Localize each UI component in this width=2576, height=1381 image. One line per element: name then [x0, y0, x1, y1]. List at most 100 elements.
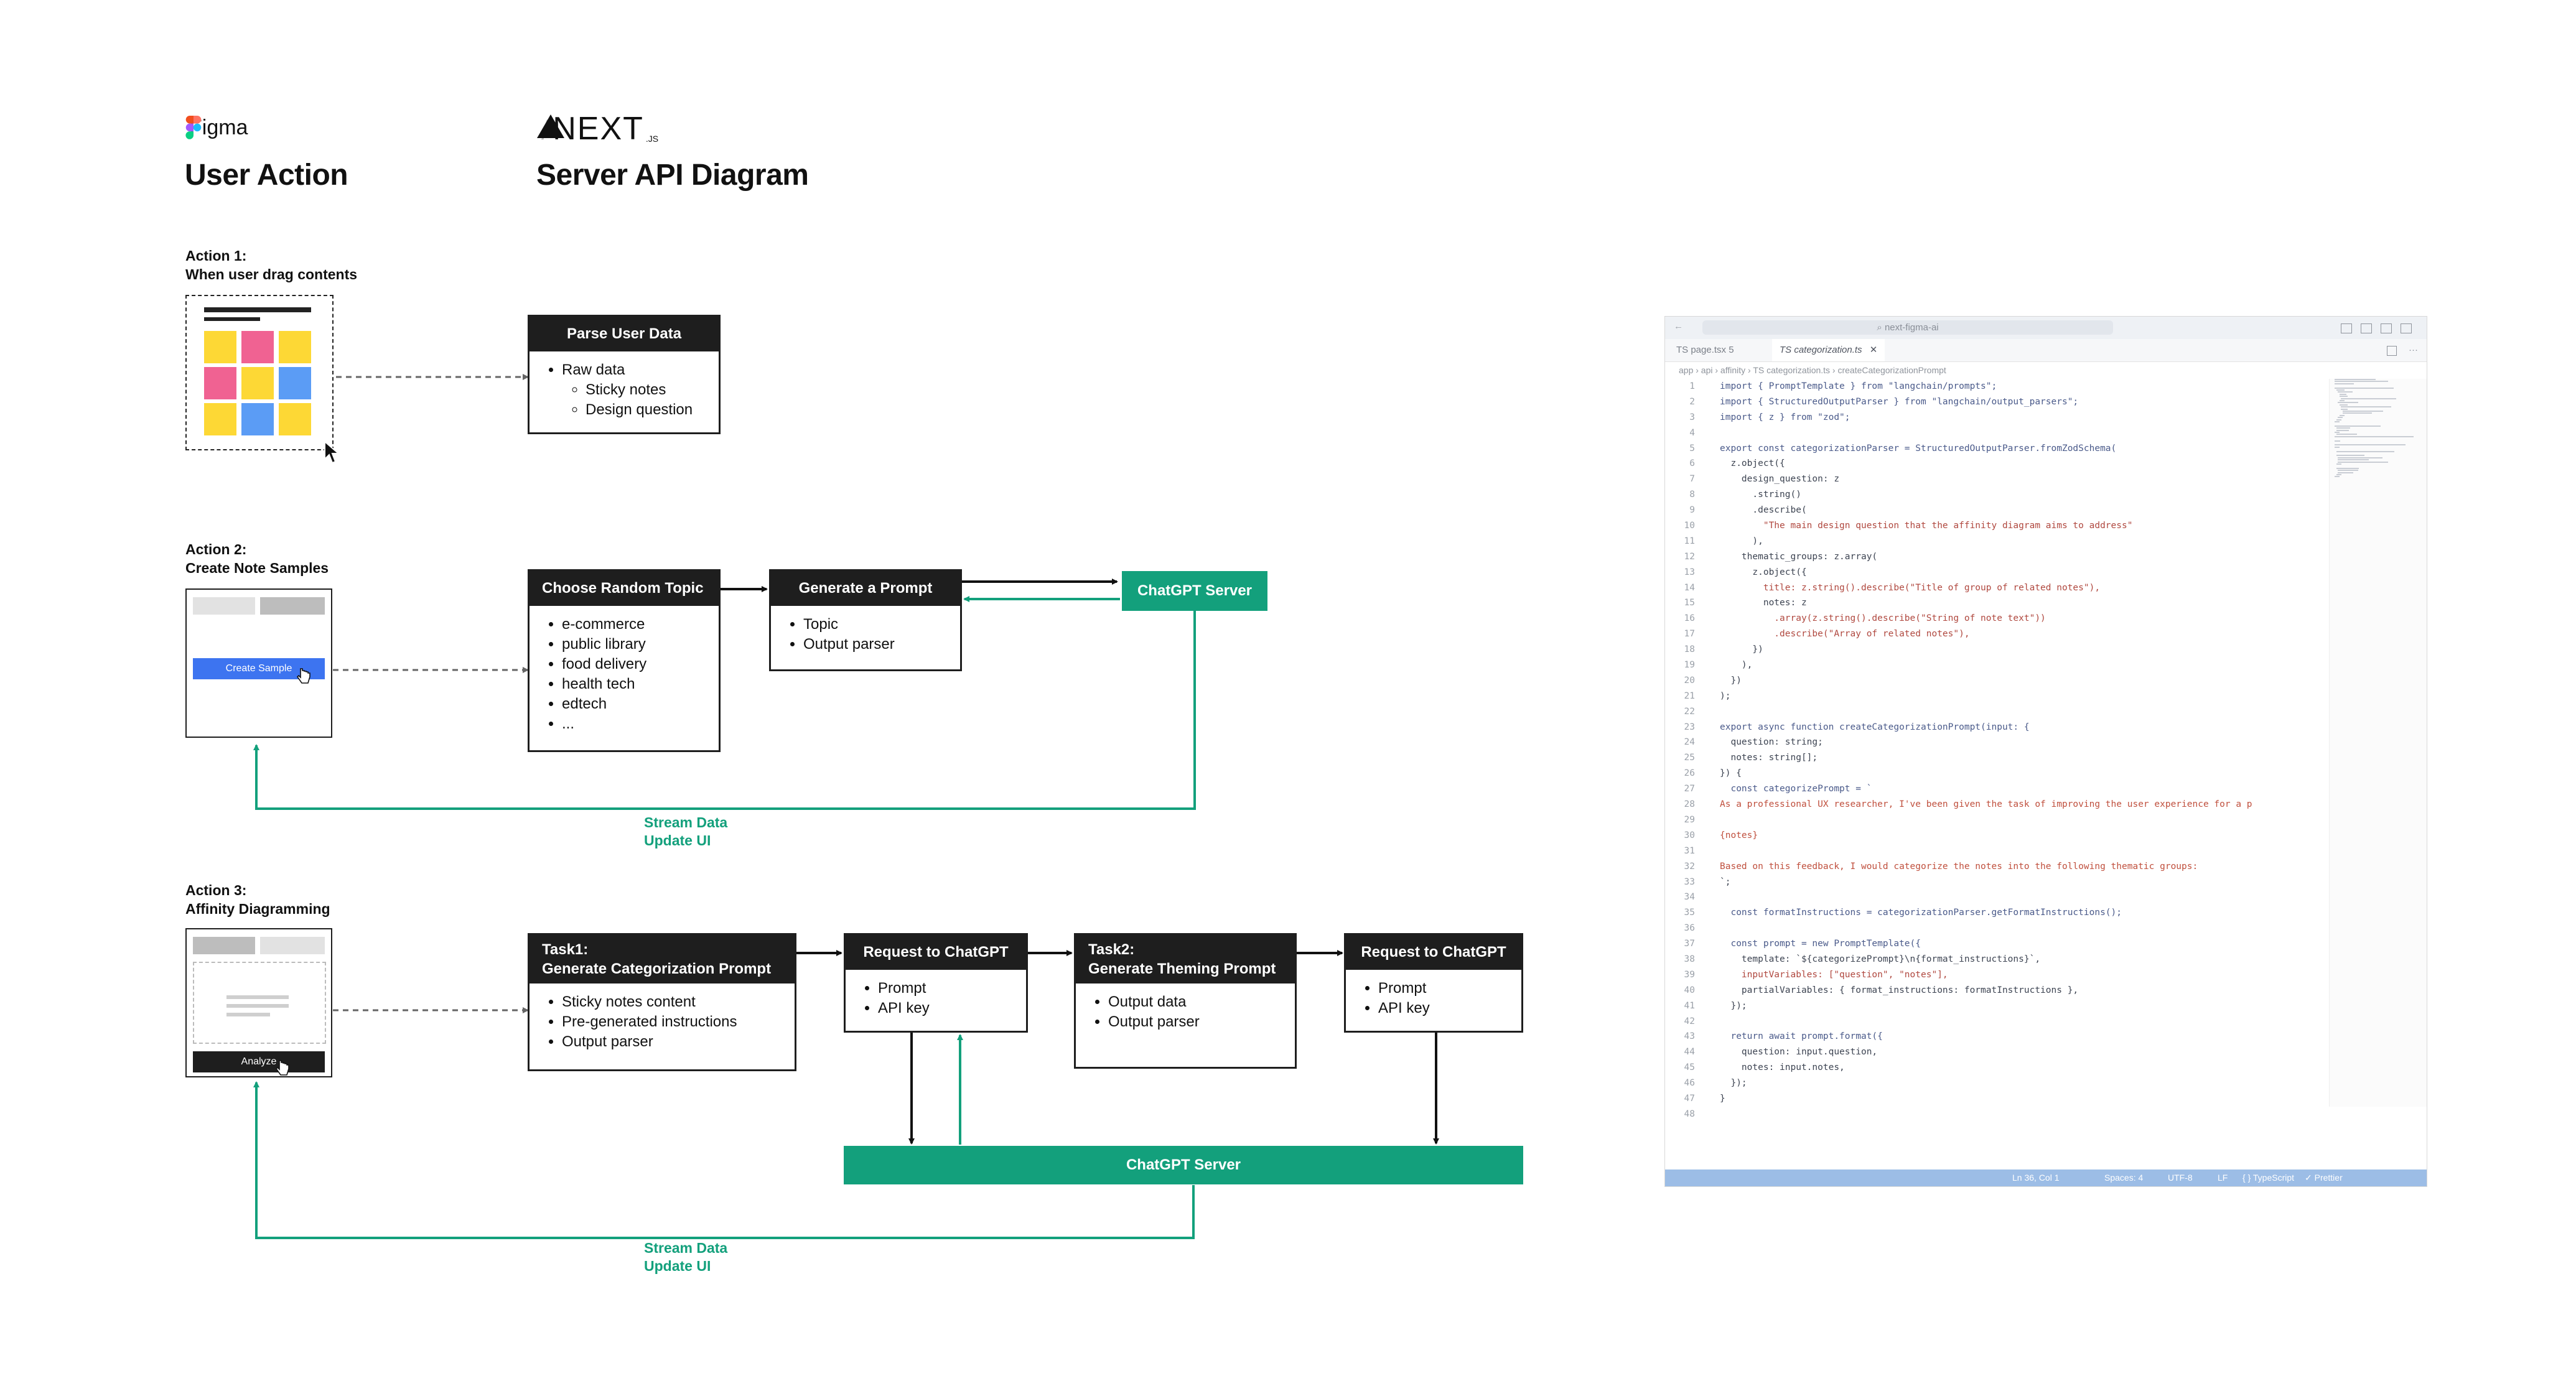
mock-line [226, 1013, 270, 1016]
minimap-line [2336, 389, 2345, 391]
mock-title-bar [204, 307, 311, 312]
code-line: 13 z.object({ [1665, 565, 2331, 580]
task2-list: Output data Output parser [1076, 983, 1295, 1032]
line-number: 44 [1684, 1047, 1695, 1058]
sticky-notes-mockup[interactable] [185, 295, 334, 450]
code-line: 18 }) [1665, 642, 2331, 658]
code-line: 36 [1665, 921, 2331, 936]
minimap-line [2339, 393, 2347, 395]
more-actions-icon[interactable]: ··· [2409, 339, 2418, 361]
list-item: Prompt [1378, 979, 1521, 998]
status-item[interactable]: LF [2218, 1169, 2228, 1186]
analyze-button[interactable]: Analyze [193, 1051, 325, 1072]
line-number: 19 [1684, 660, 1695, 671]
code-text: notes: input.notes, [1720, 1062, 1845, 1073]
editor-minimap[interactable] [2329, 379, 2427, 1107]
minimap-line [2336, 463, 2341, 465]
line-number: 5 [1689, 443, 1695, 453]
diagram-canvas: Figma User Action / NEXT .JS Server API … [0, 0, 2576, 1381]
line-number: 45 [1684, 1062, 1695, 1073]
code-text: }) { [1720, 768, 1742, 779]
list-item: ... [562, 714, 719, 734]
status-item[interactable]: ✓ Prettier [2305, 1169, 2343, 1186]
task2-title-line1: Task2: [1088, 941, 1135, 958]
minimap-line [2339, 400, 2345, 401]
task1-list: Sticky notes content Pre-generated instr… [530, 983, 795, 1052]
status-item[interactable]: Ln 36, Col 1 [2012, 1169, 2060, 1186]
code-text: As a professional UX researcher, I've be… [1720, 799, 2252, 810]
close-tab-icon[interactable]: ✕ [1870, 345, 1878, 355]
line-number: 29 [1684, 814, 1695, 825]
code-text: ), [1720, 660, 1753, 671]
line-number: 46 [1684, 1078, 1695, 1089]
code-line: 19 ), [1665, 658, 2331, 673]
toggle-sidebar-icon[interactable] [2341, 323, 2352, 333]
sticky-note [279, 403, 311, 435]
code-text: "The main design question that the affin… [1720, 521, 2133, 531]
minimap-line [2335, 383, 2354, 384]
code-text: z.object({ [1720, 567, 1807, 577]
action1-title-line2: When user drag contents [185, 266, 358, 282]
line-number: 31 [1684, 845, 1695, 856]
code-line: 4 [1665, 425, 2331, 441]
editor-command-search[interactable]: ⌕ next-figma-ai [1702, 320, 2113, 335]
minimap-line [2338, 417, 2343, 419]
code-text: .describe("Array of related notes"), [1720, 629, 1970, 639]
editor-breadcrumb[interactable]: app › api › affinity › TS categorization… [1679, 365, 1946, 375]
code-line: 22 [1665, 704, 2331, 720]
minimap-line [2336, 474, 2341, 475]
mock-subtitle-bar [204, 317, 260, 321]
code-line: 30 {notes} [1665, 828, 2331, 844]
code-line: 21); [1665, 689, 2331, 704]
code-text: title: z.string().describe("Title of gro… [1720, 582, 2101, 593]
minimap-line [2343, 412, 2372, 414]
status-item[interactable]: { } TypeScript [2242, 1169, 2294, 1186]
minimap-line [2338, 391, 2353, 393]
code-line: 39 inputVariables: ["question", "notes"]… [1665, 967, 2331, 983]
request2-list: Prompt API key [1346, 970, 1521, 1018]
figma-logo-icon [185, 116, 202, 139]
split-editor-icon[interactable] [2387, 346, 2397, 356]
line-number: 7 [1689, 474, 1695, 485]
action2-title: Action 2: Create Note Samples [185, 540, 329, 577]
code-text: return await prompt.format({ [1720, 1031, 1883, 1042]
minimap-line [2338, 461, 2388, 463]
code-text: ); [1720, 690, 1731, 701]
code-line: 10 "The main design question that the af… [1665, 518, 2331, 534]
code-text: z.object({ [1720, 458, 1785, 469]
minimap-line [2341, 398, 2396, 399]
action3-title: Action 3: Affinity Diagramming [185, 881, 330, 918]
task2-title-line2: Generate Theming Prompt [1088, 960, 1276, 977]
code-area[interactable]: 1 import { PromptTemplate } from "langcha… [1665, 379, 2331, 1122]
code-text: export const categorizationParser = Stru… [1720, 443, 2117, 453]
mock-line [226, 1004, 289, 1008]
code-line: 9 .describe( [1665, 503, 2331, 518]
line-number: 30 [1684, 830, 1695, 840]
code-line: 2 import { StructuredOutputParser } from … [1665, 394, 2331, 410]
code-text: question: string; [1720, 737, 1823, 748]
code-line: 15 notes: z [1665, 595, 2331, 611]
choose-random-topic-box: Choose Random Topic e-commerce public li… [528, 569, 721, 752]
minimap-line [2335, 387, 2394, 389]
back-arrow-icon[interactable]: ← [1674, 321, 1683, 332]
sticky-note [241, 331, 274, 363]
minimap-line [2335, 435, 2414, 437]
list-item: Output parser [1108, 1012, 1295, 1032]
toggle-secondary-sidebar-icon[interactable] [2381, 323, 2392, 333]
line-number: 20 [1684, 675, 1695, 686]
minimap-line [2338, 402, 2358, 404]
line-number: 17 [1684, 629, 1695, 639]
minimap-line [2336, 450, 2395, 452]
code-line: 29 [1665, 812, 2331, 828]
code-text: } [1720, 1093, 1725, 1104]
code-line: 20 }) [1665, 673, 2331, 689]
status-item[interactable]: Spaces: 4 [2104, 1169, 2143, 1186]
line-number: 3 [1689, 412, 1695, 422]
status-item[interactable]: UTF-8 [2168, 1169, 2193, 1186]
tab-categorization-ts[interactable]: TS categorization.ts ✕ [1772, 339, 1885, 361]
code-text: design_question: z [1720, 474, 1840, 485]
mock-block [193, 597, 255, 615]
toggle-panel-icon[interactable] [2361, 323, 2372, 333]
customize-layout-icon[interactable] [2401, 323, 2412, 333]
tab-page-tsx[interactable]: TS page.tsx 5 [1669, 339, 1742, 361]
